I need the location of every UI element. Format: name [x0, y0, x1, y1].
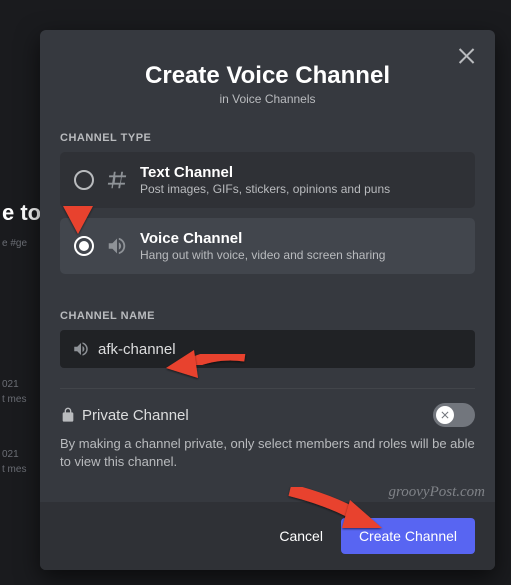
- channel-type-label: CHANNEL TYPE: [60, 132, 475, 144]
- speaker-icon: [72, 340, 90, 358]
- watermark: groovyPost.com: [388, 484, 485, 501]
- radio-checked-icon: [74, 236, 94, 256]
- modal-header: Create Voice Channel in Voice Channels: [60, 62, 475, 106]
- close-button[interactable]: [455, 44, 479, 68]
- close-icon: [455, 44, 479, 68]
- create-channel-button[interactable]: Create Channel: [341, 518, 475, 554]
- radio-unchecked-icon: [74, 170, 94, 190]
- voice-channel-desc: Hang out with voice, video and screen sh…: [140, 248, 385, 262]
- text-channel-title: Text Channel: [140, 164, 390, 181]
- toggle-knob: [436, 406, 454, 424]
- x-icon: [439, 409, 451, 421]
- private-channel-label: Private Channel: [82, 407, 189, 424]
- channel-name-label: CHANNEL NAME: [60, 310, 475, 322]
- text-channel-desc: Post images, GIFs, stickers, opinions an…: [140, 182, 390, 196]
- channel-name-row[interactable]: [60, 330, 475, 368]
- background-content: e to e #ge 021 t mes 021 t mes: [0, 0, 40, 585]
- private-toggle[interactable]: [433, 403, 475, 427]
- private-channel-desc: By making a channel private, only select…: [60, 435, 475, 471]
- hash-icon: [106, 169, 128, 191]
- channel-name-input[interactable]: [98, 341, 463, 358]
- voice-channel-option[interactable]: Voice Channel Hang out with voice, video…: [60, 218, 475, 274]
- speaker-icon: [106, 235, 128, 257]
- text-channel-option[interactable]: Text Channel Post images, GIFs, stickers…: [60, 152, 475, 208]
- modal-footer: Cancel Create Channel: [40, 502, 495, 570]
- lock-icon: [60, 407, 76, 423]
- divider: [60, 388, 475, 389]
- private-channel-row: Private Channel: [60, 403, 475, 427]
- modal-subtitle: in Voice Channels: [60, 92, 475, 106]
- modal-title: Create Voice Channel: [60, 62, 475, 90]
- voice-channel-title: Voice Channel: [140, 230, 385, 247]
- cancel-button[interactable]: Cancel: [279, 528, 323, 544]
